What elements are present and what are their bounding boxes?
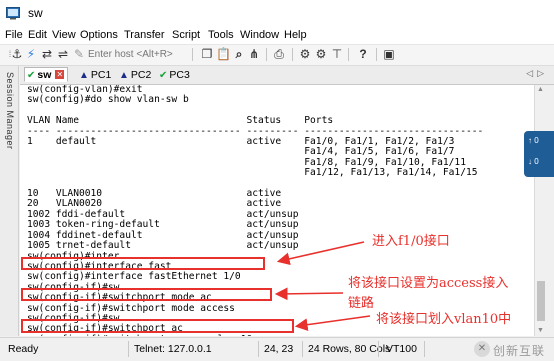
status-connection: Telnet: 127.0.0.1 (134, 343, 212, 355)
annotation-set-access-line1: 将该接口设置为access接入 (348, 276, 509, 291)
connected-check-icon: ✔ (159, 70, 168, 81)
toolbar-separator (192, 48, 193, 61)
menu-view[interactable]: View (52, 29, 76, 41)
print-icon[interactable]: ⎙ (272, 47, 286, 61)
highlight-mode-access-command (21, 288, 272, 301)
quick-connect-icon[interactable]: ⚡ (24, 47, 38, 61)
annotation-assign-vlan: 将该接口划入vlan10中 (376, 312, 512, 327)
connected-check-icon: ✔ (27, 70, 36, 81)
enter-host-input[interactable] (88, 47, 188, 61)
menu-edit[interactable]: Edit (28, 29, 47, 41)
toolbar: ⁞ ⚓ ⚡ ⇄ ⇌ ✎ ❐ 📋 ⌕ ⋔ ⎙ ⚙ ⚙ ⊤ ? ▣ (0, 44, 554, 66)
scroll-up-arrow-icon[interactable]: ▲ (537, 86, 544, 93)
session-manager-label: Session Manager (5, 72, 15, 150)
tab-label: sw (37, 69, 52, 81)
status-separator (302, 341, 303, 357)
tab-pc2[interactable]: ▲ PC2 (116, 67, 155, 82)
watermark: ✕ 创新互联 (474, 339, 554, 359)
highlight-interface-command (21, 257, 265, 270)
widget-up-row: ↑ 0 (528, 136, 539, 145)
connect-icon[interactable]: ⚓ (10, 47, 24, 61)
scroll-down-arrow-icon[interactable]: ▼ (537, 327, 544, 334)
paste-icon[interactable]: 📋 (216, 47, 231, 61)
highlight-access-vlan-command (21, 319, 294, 333)
find-icon[interactable]: ⌕ (232, 47, 246, 61)
help-icon[interactable]: ? (356, 47, 370, 61)
menu-transfer[interactable]: Transfer (124, 29, 165, 41)
menu-file[interactable]: File (5, 29, 23, 41)
menu-tools[interactable]: Tools (208, 29, 234, 41)
toolbar-separator (266, 48, 267, 61)
tab-scroll-arrows-icon[interactable]: ◁▷ (526, 68, 548, 79)
session-tab-bar: ✔ sw ✕ ▲ PC1 ▲ PC2 ✔ PC3 ◁▷ (20, 66, 554, 85)
status-separator (258, 341, 259, 357)
title-bar: sw (0, 0, 554, 27)
scrollbar-thumb[interactable] (537, 281, 545, 321)
status-separator (424, 341, 425, 357)
session-manager-strip[interactable]: Session Manager (0, 66, 19, 336)
status-separator (128, 341, 129, 357)
tab-label: PC3 (169, 69, 190, 81)
sftp-icon[interactable]: ⋔ (247, 47, 261, 61)
new-window-icon[interactable]: ▣ (382, 47, 396, 61)
network-speed-widget[interactable]: ↑ 0 ↓ 0 (524, 131, 554, 177)
global-options-icon[interactable]: ⚙ (314, 47, 328, 61)
status-cursor-position: 24, 23 (264, 343, 294, 355)
tab-label: PC1 (90, 69, 112, 81)
keymap-icon[interactable]: ⊤ (330, 47, 344, 61)
disconnect-icon[interactable]: ⇌ (56, 47, 70, 61)
widget-down-row: ↓ 0 (528, 157, 539, 166)
securecrt-app-icon (6, 7, 20, 20)
tab-pc3[interactable]: ✔ PC3 (156, 67, 194, 82)
reconnect-icon[interactable]: ⇄ (40, 47, 54, 61)
warning-triangle-icon: ▲ (119, 70, 129, 81)
warning-triangle-icon: ▲ (79, 70, 89, 81)
menu-bar: File Edit View Options Transfer Script T… (0, 26, 554, 44)
watermark-text: 创新互联 (493, 344, 546, 358)
toolbar-separator (292, 48, 293, 61)
status-ready: Ready (8, 343, 39, 355)
tab-label: PC2 (130, 69, 152, 81)
status-bar: Ready Telnet: 127.0.0.1 24, 23 24 Rows, … (0, 337, 554, 361)
toolbar-separator (376, 48, 377, 61)
tab-pc1[interactable]: ▲ PC1 (76, 67, 115, 82)
terminal-scrollbar[interactable]: ▲ ▼ (534, 85, 547, 336)
enter-host-icon: ✎ (73, 47, 85, 61)
close-tab-icon[interactable]: ✕ (55, 70, 65, 79)
annotation-set-access-line2: 链路 (348, 296, 375, 311)
copy-icon[interactable]: ❐ (200, 47, 214, 61)
annotation-enter-port: 进入f1/0接口 (372, 234, 450, 249)
status-emulation: VT100 (386, 343, 417, 355)
watermark-logo-icon: ✕ (474, 341, 490, 357)
menu-options[interactable]: Options (80, 29, 118, 41)
window-title: sw (28, 6, 43, 20)
status-separator (378, 341, 379, 357)
toolbar-separator (348, 48, 349, 61)
menu-script[interactable]: Script (172, 29, 200, 41)
menu-window[interactable]: Window (240, 29, 279, 41)
menu-help[interactable]: Help (284, 29, 307, 41)
tab-sw[interactable]: ✔ sw ✕ (24, 67, 69, 82)
session-options-icon[interactable]: ⚙ (298, 47, 312, 61)
